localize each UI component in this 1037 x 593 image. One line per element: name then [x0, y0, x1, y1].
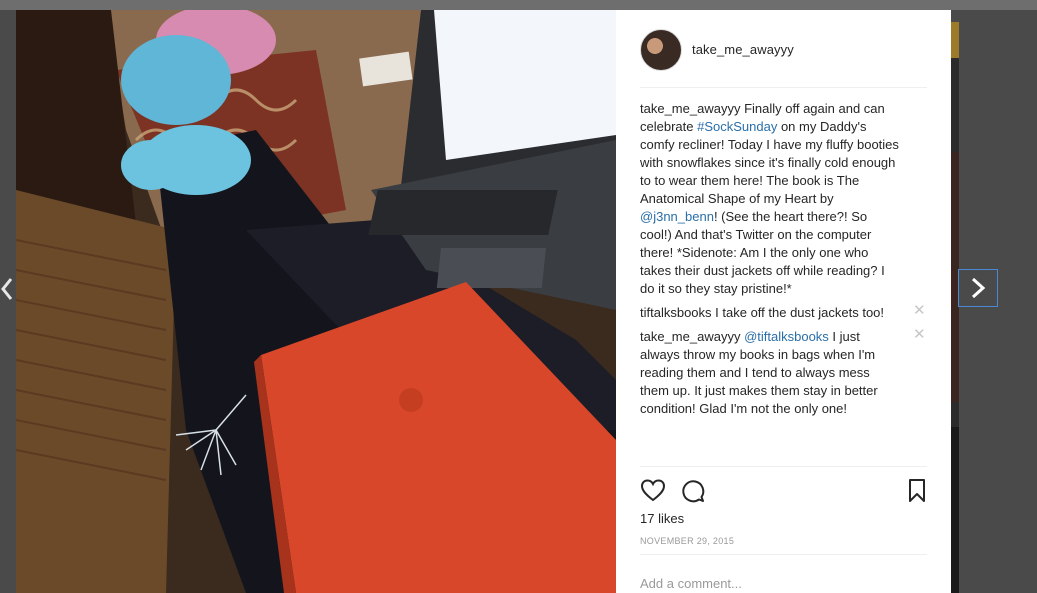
comment-username[interactable]: tiftalksbooks — [640, 305, 712, 320]
post-photo[interactable] — [16, 10, 616, 593]
divider — [640, 87, 927, 88]
avatar[interactable] — [640, 29, 682, 71]
likes-count[interactable]: 17 likes — [640, 511, 684, 526]
previous-post-button[interactable] — [0, 274, 14, 304]
caption: take_me_awayyy Finally off again and can… — [640, 100, 927, 298]
comment-username[interactable]: take_me_awayyy — [640, 329, 740, 344]
post-date: NOVEMBER 29, 2015 — [640, 536, 735, 546]
comment-item: tiftalksbooks I take off the dust jacket… — [640, 303, 927, 322]
background-next-post-preview — [951, 22, 959, 593]
next-post-button[interactable] — [958, 269, 998, 307]
chevron-right-icon — [971, 277, 986, 299]
delete-comment-icon[interactable]: ✕ — [913, 327, 926, 342]
bookmark-icon[interactable] — [904, 478, 930, 504]
divider — [640, 466, 927, 467]
comment-item: take_me_awayyy @tiftalksbooks I just alw… — [640, 327, 927, 418]
post-detail-panel: take_me_awayyy take_me_awayyy Finally of… — [616, 10, 951, 593]
comments-list: take_me_awayyy Finally off again and can… — [640, 100, 927, 424]
caption-username[interactable]: take_me_awayyy — [640, 101, 740, 116]
action-bar — [640, 478, 927, 504]
delete-comment-icon[interactable]: ✕ — [913, 303, 926, 318]
post-header: take_me_awayyy — [616, 10, 951, 87]
mention-link[interactable]: @j3nn_benn — [640, 209, 714, 224]
add-comment-input[interactable]: Add a comment... — [640, 576, 742, 591]
hashtag-link[interactable]: #SockSunday — [697, 119, 777, 134]
divider — [640, 554, 927, 555]
chevron-left-icon — [1, 278, 13, 300]
comment-text: I take off the dust jackets too! — [711, 305, 885, 320]
header-username[interactable]: take_me_awayyy — [692, 42, 794, 57]
background-topbar — [0, 0, 1037, 10]
heart-icon[interactable] — [640, 478, 666, 504]
comment-icon[interactable] — [680, 478, 706, 504]
mention-link[interactable]: @tiftalksbooks — [744, 329, 829, 344]
